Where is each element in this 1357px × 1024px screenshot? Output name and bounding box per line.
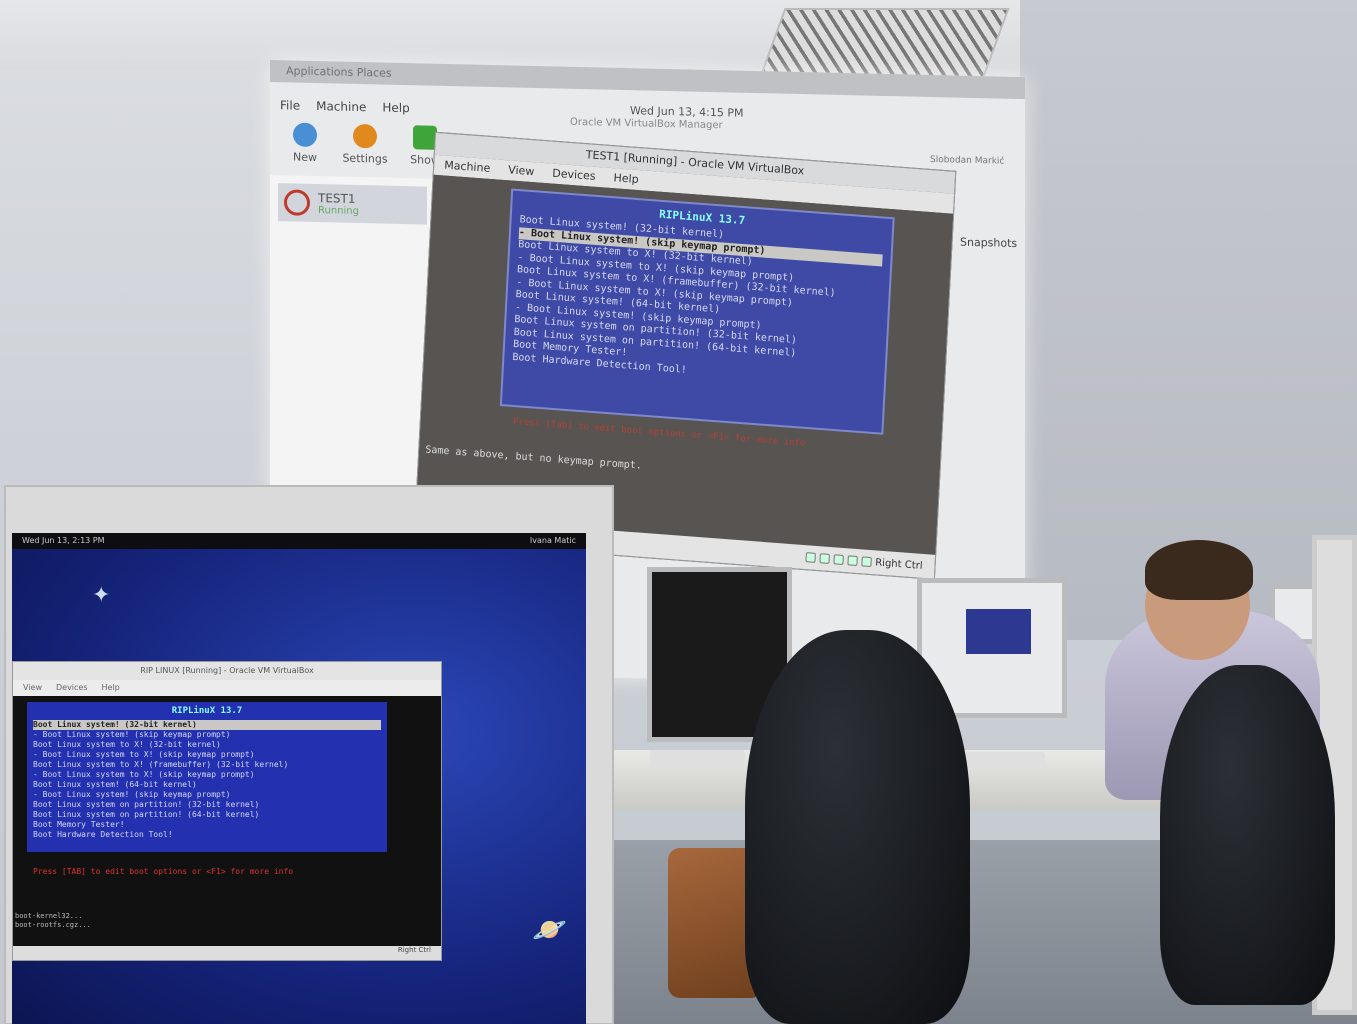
boot-menu-item[interactable]: Boot Memory Tester! bbox=[33, 820, 381, 830]
gear-icon bbox=[353, 123, 377, 149]
hdd-icon bbox=[805, 552, 816, 563]
new-button[interactable]: New bbox=[280, 122, 330, 164]
boot-menu-item[interactable]: - Boot Linux system to X! (skip keymap p… bbox=[33, 750, 381, 760]
boot-item-description: Same as above, but no keymap prompt. bbox=[425, 444, 643, 472]
boot-menu-item[interactable]: Boot Linux system! (32-bit kernel) bbox=[33, 720, 381, 730]
boot-menu: RIPLinuX 13.7 Boot Linux system! (32-bit… bbox=[499, 188, 895, 435]
boot-menu-item[interactable]: Boot Linux system to X! (framebuffer) (3… bbox=[33, 760, 381, 770]
menu-machine[interactable]: Machine bbox=[316, 99, 366, 114]
boot-menu-item[interactable]: Boot Hardware Detection Tool! bbox=[33, 830, 381, 840]
keyboard bbox=[650, 750, 745, 768]
network-icon bbox=[847, 555, 858, 566]
manager-menubar: File Machine Help bbox=[280, 98, 410, 115]
boot-menu-item[interactable]: Boot Linux system! (64-bit kernel) bbox=[33, 780, 381, 790]
gnome-top-bar: Wed Jun 13, 2:13 PM Ivana Matic bbox=[12, 533, 586, 549]
usb-icon bbox=[833, 554, 844, 565]
boot-menu-thumbnail bbox=[966, 609, 1031, 654]
vm-window: RIP LINUX [Running] - Oracle VM VirtualB… bbox=[12, 661, 442, 961]
boot-hint: Press [TAB] to edit boot options or <F1>… bbox=[33, 867, 294, 876]
boot-log: boot-kernel32... boot-rootfs.cgz... bbox=[15, 912, 91, 929]
menu-file[interactable]: File bbox=[280, 98, 300, 112]
foreground-monitor: Wed Jun 13, 2:13 PM Ivana Matic ✦ 🪐 RIP … bbox=[4, 485, 614, 1024]
menu-machine[interactable]: Machine bbox=[444, 159, 491, 176]
settings-button[interactable]: Settings bbox=[340, 123, 390, 166]
display-icon bbox=[861, 556, 872, 568]
clock: Wed Jun 13, 4:15 PM bbox=[630, 104, 744, 120]
menu-devices[interactable]: Devices bbox=[56, 683, 88, 693]
boot-menu-title: RIPLinuX 13.7 bbox=[171, 706, 243, 716]
keyboard bbox=[965, 752, 1045, 768]
menu-view[interactable]: View bbox=[508, 163, 535, 179]
vm-status-bar: Right Ctrl bbox=[13, 946, 441, 960]
boot-menu-list: Boot Linux system! (32-bit kernel) - Boot… bbox=[33, 720, 381, 840]
cd-icon bbox=[819, 553, 830, 564]
manager-title: Oracle VM VirtualBox Manager bbox=[570, 116, 723, 132]
debian-logo-icon bbox=[284, 189, 310, 216]
office-chair bbox=[1160, 665, 1335, 1005]
menu-help[interactable]: Help bbox=[382, 101, 409, 116]
vm-name: TEST1 bbox=[318, 190, 356, 206]
boot-menu-item[interactable]: Boot Linux system to X! (32-bit kernel) bbox=[33, 740, 381, 750]
vm-list: TEST1 Running bbox=[270, 175, 435, 499]
user-name: Ivana Matic bbox=[529, 536, 576, 545]
menu-devices[interactable]: Devices bbox=[552, 167, 596, 184]
vm-window-title: RIP LINUX [Running] - Oracle VM VirtualB… bbox=[13, 662, 441, 680]
boot-menu-item[interactable]: - Boot Linux system to X! (skip keymap p… bbox=[33, 770, 381, 780]
boot-menu-item[interactable]: - Boot Linux system! (skip keymap prompt… bbox=[33, 730, 381, 740]
classroom-photo: Applications Places Wed Jun 13, 4:15 PM … bbox=[0, 0, 1357, 1024]
vm-state: Running bbox=[318, 204, 359, 217]
boot-menu-item[interactable]: Boot Linux system on partition! (64-bit … bbox=[33, 810, 381, 820]
boot-menu: RIPLinuX 13.7 Boot Linux system! (32-bit… bbox=[27, 702, 387, 852]
boot-menu-item[interactable]: - Boot Linux system! (skip keymap prompt… bbox=[33, 790, 381, 800]
menu-help[interactable]: Help bbox=[102, 683, 120, 693]
host-key-label: Right Ctrl bbox=[397, 946, 431, 954]
manager-toolbar: New Settings Show bbox=[280, 122, 450, 167]
vm-list-item[interactable]: TEST1 Running bbox=[278, 183, 427, 225]
office-chair bbox=[745, 630, 970, 1024]
snapshots-tab[interactable]: Snapshots bbox=[960, 236, 1017, 250]
clock: Wed Jun 13, 2:13 PM bbox=[22, 536, 105, 545]
student-screen bbox=[926, 587, 1056, 707]
boot-menu-list: Boot Linux system! (32-bit kernel) - Boot… bbox=[512, 214, 883, 391]
menu-view[interactable]: View bbox=[23, 683, 42, 693]
menu-help[interactable]: Help bbox=[613, 171, 639, 187]
planet-icon: 🪐 bbox=[532, 913, 567, 946]
new-icon bbox=[293, 122, 317, 148]
user-name: Slobodan Markić bbox=[930, 154, 1005, 167]
star-icon: ✦ bbox=[92, 583, 111, 608]
boot-menu-item[interactable]: Boot Linux system on partition! (32-bit … bbox=[33, 800, 381, 810]
vm-window-menubar: View Devices Help bbox=[13, 680, 441, 696]
foreground-screen: Wed Jun 13, 2:13 PM Ivana Matic ✦ 🪐 RIP … bbox=[12, 533, 586, 1024]
host-key-label: Right Ctrl bbox=[874, 556, 923, 572]
student-hair bbox=[1145, 540, 1253, 600]
